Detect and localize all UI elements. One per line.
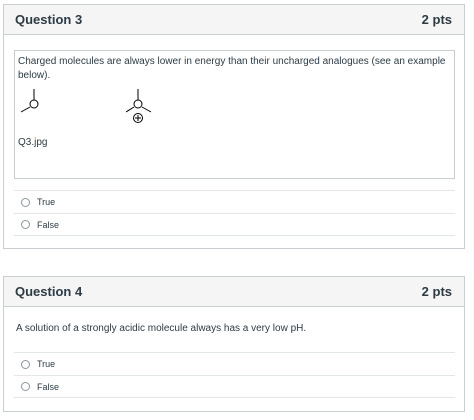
answer-list: True False	[14, 190, 455, 236]
radio-button-icon[interactable]	[21, 197, 30, 207]
question-title: Question 3	[15, 12, 83, 27]
question-title: Question 4	[15, 284, 83, 299]
answer-list: True False	[14, 352, 455, 398]
question-image	[18, 89, 178, 129]
molecule-diagram	[20, 89, 152, 123]
answer-option-false[interactable]: False	[14, 213, 455, 236]
answer-label: False	[37, 219, 60, 230]
question-3-card: Question 3 2 pts Charged molecules are a…	[3, 4, 465, 249]
question-text: A solution of a strongly acidic molecule…	[16, 323, 307, 334]
question-points: 2 pts	[421, 284, 452, 299]
neutral-molecule	[20, 89, 39, 113]
question-points: 2 pts	[421, 12, 452, 27]
radio-button-icon[interactable]	[21, 382, 30, 391]
answer-label: False	[37, 381, 60, 392]
question-header: Question 4 2 pts	[4, 277, 464, 307]
answer-option-false[interactable]: False	[14, 375, 455, 398]
answer-label: True	[37, 359, 56, 369]
answer-option-true[interactable]: True	[14, 352, 455, 375]
question-body: Charged molecules are always lower in en…	[14, 50, 455, 179]
radio-button-icon[interactable]	[21, 220, 30, 229]
charged-molecule	[125, 89, 152, 123]
question-4-card: Question 4 2 pts A solution of a strongl…	[3, 276, 465, 412]
answer-label: True	[37, 197, 56, 207]
radio-button-icon[interactable]	[21, 359, 30, 369]
question-text: Charged molecules are always lower in en…	[18, 56, 446, 81]
question-header: Question 3 2 pts	[4, 5, 464, 35]
answer-option-true[interactable]: True	[14, 190, 455, 213]
image-caption: Q3.jpg	[18, 137, 48, 148]
